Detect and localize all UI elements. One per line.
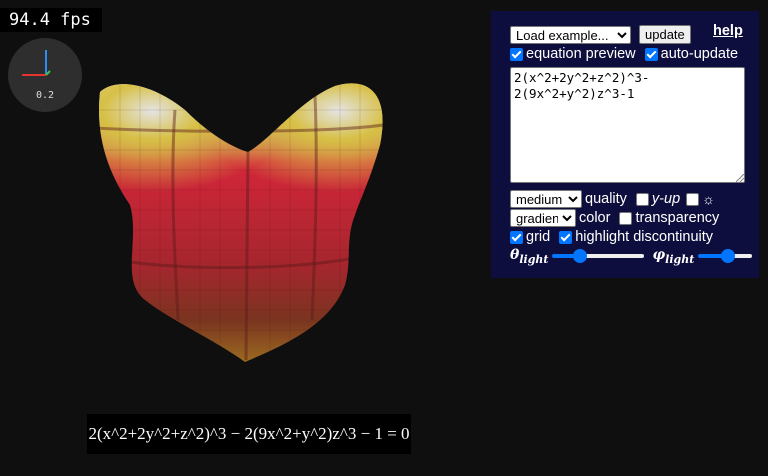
equation-preview-checkbox[interactable] bbox=[510, 47, 523, 61]
update-button[interactable]: update bbox=[639, 25, 691, 44]
phi-light-slider[interactable] bbox=[698, 248, 753, 264]
light-checkbox[interactable] bbox=[686, 192, 700, 206]
transparency-checkbox[interactable] bbox=[619, 211, 633, 225]
highlight-discontinuity-label: highlight discontinuity bbox=[575, 229, 714, 245]
theta-light-slider[interactable] bbox=[552, 248, 645, 264]
phi-thumb bbox=[721, 249, 736, 264]
phi-light-label: φlight bbox=[652, 247, 695, 266]
sun-icon: ☼ bbox=[702, 191, 715, 207]
implicit-surface bbox=[99, 83, 383, 362]
help-link[interactable]: help bbox=[713, 23, 743, 39]
equation-input[interactable]: 2(x^2+2y^2+z^2)^3-2(9x^2+y^2)z^3-1 bbox=[510, 67, 745, 183]
transparency-label: transparency bbox=[635, 210, 720, 226]
example-select[interactable]: Load example... bbox=[510, 25, 631, 44]
grid-checkbox[interactable] bbox=[510, 230, 523, 244]
highlight-discontinuity-checkbox[interactable] bbox=[559, 230, 573, 244]
equation-render-text: 2(x^2+2y^2+z^2)^3 − 2(9x^2+y^2)z^3 − 1 =… bbox=[88, 424, 410, 443]
theta-light-label: θlight bbox=[510, 247, 549, 266]
auto-update-checkbox[interactable] bbox=[644, 47, 658, 61]
theta-rest bbox=[580, 254, 645, 259]
color-select[interactable]: gradient bbox=[510, 209, 576, 227]
resize-grip-icon[interactable] bbox=[736, 174, 744, 182]
y-up-label: y-up bbox=[651, 191, 681, 207]
theta-thumb bbox=[573, 249, 588, 264]
quality-select[interactable]: medium bbox=[510, 190, 582, 208]
quality-label: quality bbox=[585, 191, 627, 207]
control-panel: Load example... update help equation pre… bbox=[491, 11, 759, 278]
color-label: color bbox=[579, 210, 611, 226]
equation-render: 2(x^2+2y^2+z^2)^3 − 2(9x^2+y^2)z^3 − 1 =… bbox=[87, 414, 411, 454]
y-up-checkbox[interactable] bbox=[635, 192, 649, 206]
auto-update-label: auto-update bbox=[660, 46, 739, 62]
equation-preview-label: equation preview bbox=[526, 46, 636, 62]
grid-label: grid bbox=[526, 229, 551, 245]
